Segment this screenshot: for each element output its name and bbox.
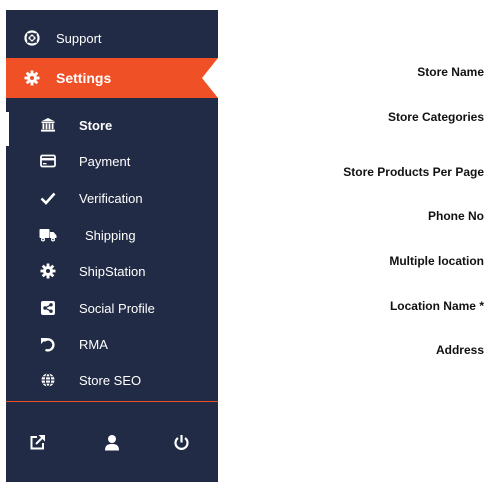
share-icon: [39, 299, 57, 317]
sidebar-item-label: Support: [56, 30, 102, 46]
store-name-label: Store Name: [417, 65, 484, 79]
page: Support Settings Store Payment Verificat…: [0, 0, 486, 482]
sidebar-item-label: Payment: [79, 153, 131, 169]
sidebar-item-rma[interactable]: RMA: [6, 328, 218, 360]
sidebar-item-label: Store: [79, 117, 113, 133]
power-icon: [173, 434, 190, 456]
sidebar-item-support[interactable]: Support: [6, 22, 218, 54]
sidebar-item-shipping[interactable]: Shipping: [6, 219, 218, 251]
external-link-icon: [29, 434, 46, 456]
sidebar-item-label: Store SEO: [79, 372, 142, 388]
gear-icon: [23, 69, 41, 87]
sidebar-divider: [6, 401, 218, 402]
sidebar-item-verification[interactable]: Verification: [6, 182, 218, 214]
location-name-label: Location Name *: [389, 299, 484, 313]
sidebar-item-label: RMA: [79, 336, 108, 352]
sidebar-item-store[interactable]: Store: [6, 109, 218, 141]
sidebar-item-payment[interactable]: Payment: [6, 145, 218, 177]
sidebar-item-store-seo[interactable]: Store SEO: [6, 364, 218, 396]
multiple-location-label: Multiple location: [389, 254, 484, 268]
store-products-per-page-label: Store Products Per Page: [343, 165, 484, 179]
credit-card-icon: [39, 152, 57, 170]
address-label: Address: [435, 343, 484, 357]
user-icon: [104, 434, 120, 456]
external-link-button[interactable]: [26, 434, 48, 456]
sidebar-item-label: ShipStation: [79, 263, 146, 279]
undo-icon: [39, 335, 57, 353]
active-indicator: [202, 58, 218, 98]
truck-icon: [39, 226, 57, 244]
check-icon: [39, 189, 57, 207]
gear-icon: [39, 262, 57, 280]
logout-button[interactable]: [170, 434, 192, 456]
sidebar-item-settings[interactable]: Settings: [6, 58, 218, 98]
globe-icon: [39, 371, 57, 389]
sidebar-item-label: Social Profile: [79, 300, 155, 316]
sidebar-item-label: Settings: [56, 70, 112, 86]
sidebar-item-label: Shipping: [85, 227, 136, 243]
bank-icon: [39, 116, 57, 134]
sidebar: Support Settings Store Payment Verificat…: [6, 10, 218, 482]
lifebuoy-icon: [23, 29, 41, 47]
store-categories-label: Store Categories: [387, 110, 484, 124]
profile-button[interactable]: [101, 434, 123, 456]
sidebar-item-social-profile[interactable]: Social Profile: [6, 292, 218, 324]
sidebar-item-shipstation[interactable]: ShipStation: [6, 255, 218, 287]
phone-no-label: Phone No: [428, 209, 484, 223]
sidebar-item-label: Verification: [79, 190, 143, 206]
